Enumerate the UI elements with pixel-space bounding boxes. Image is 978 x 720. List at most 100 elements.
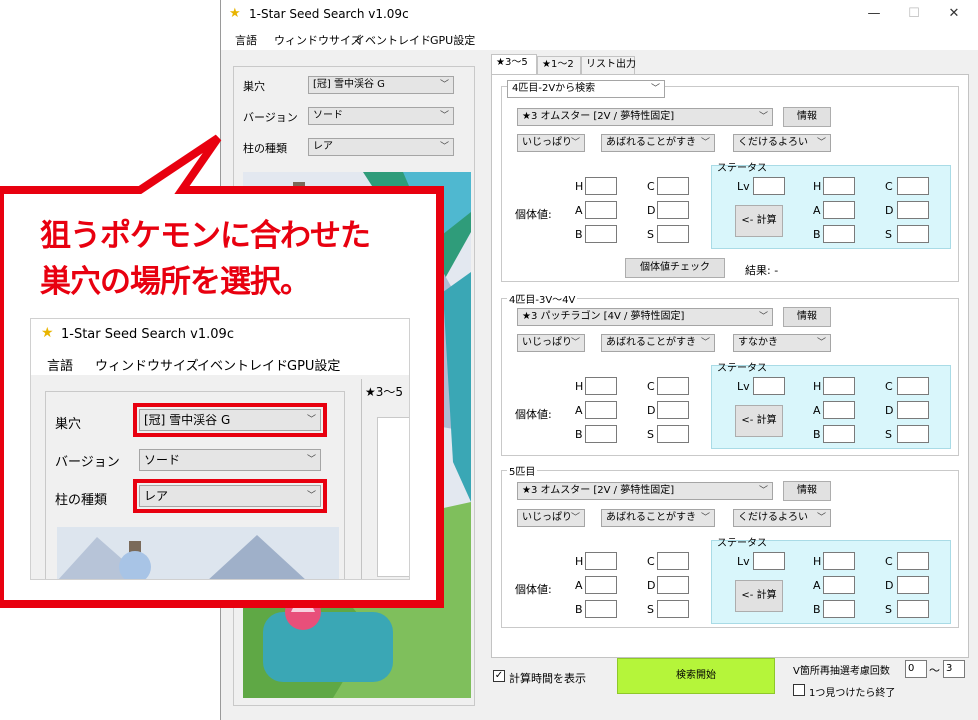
calc-button-2[interactable]: <- 計算 xyxy=(735,405,783,437)
stat-d-input-1[interactable] xyxy=(897,201,929,219)
stat-c-input-2[interactable] xyxy=(897,377,929,395)
tab-list-output[interactable]: リスト出力 xyxy=(581,56,636,74)
info-button-1[interactable]: 情報 xyxy=(783,107,831,127)
stat-h-input-1[interactable] xyxy=(823,177,855,195)
iv-a-input-3[interactable] xyxy=(585,576,617,594)
inset-den-select[interactable]: [冠] 雪中渓谷 G ﹀ xyxy=(139,409,321,431)
stat-b-input-3[interactable] xyxy=(823,600,855,618)
iv-s-input-3[interactable] xyxy=(657,600,689,618)
pokemon-select-3-value: ★3 オムスター [2V / 夢特性固定] xyxy=(522,485,675,496)
ability-select-2[interactable]: すなかき ﹀ xyxy=(733,334,831,352)
section-4th-3v4v-title: 4匹目-3V～4V xyxy=(507,291,578,306)
iv-d-input-2[interactable] xyxy=(657,401,689,419)
info-button-2[interactable]: 情報 xyxy=(783,307,831,327)
inset-version-label: バージョン xyxy=(55,455,120,470)
inset-menu-gpu-settings[interactable]: GPU設定 xyxy=(287,355,340,374)
pokemon-select-2-value: ★3 パッチラゴン [4V / 夢特性固定] xyxy=(522,311,685,322)
stat-s-input-3[interactable] xyxy=(897,600,929,618)
tab-star1-2[interactable]: ★1～2 xyxy=(537,56,581,74)
iv-check-result: 結果: - xyxy=(745,264,779,277)
stat-d-input-2[interactable] xyxy=(897,401,929,419)
iv-check-button[interactable]: 個体値チェック xyxy=(625,258,725,278)
minimize-button[interactable]: — xyxy=(859,4,889,24)
iv-h-input-2[interactable] xyxy=(585,377,617,395)
stat-b-input-2[interactable] xyxy=(823,425,855,443)
iv-h-input-1[interactable] xyxy=(585,177,617,195)
iv-b-input-2[interactable] xyxy=(585,425,617,443)
inset-tab-star3-5[interactable]: ★3～5 xyxy=(365,383,403,400)
characteristic-select-3[interactable]: あばれることがすき ﹀ xyxy=(601,509,715,527)
reroll-to-input[interactable]: 3 xyxy=(943,660,965,678)
iv-a-label-2: A xyxy=(575,404,583,417)
stat-a-input-3[interactable] xyxy=(823,576,855,594)
start-search-button[interactable]: 検索開始 xyxy=(617,658,775,694)
iv-c-label-1: C xyxy=(647,180,655,193)
nature-value-3: いじっぱり xyxy=(522,512,572,523)
reroll-from-input[interactable]: 0 xyxy=(905,660,927,678)
ability-value-2: すなかき xyxy=(738,337,778,348)
stat-a-input-1[interactable] xyxy=(823,201,855,219)
pokemon-select-1-value: ★3 オムスター [2V / 夢特性固定] xyxy=(522,111,675,122)
iv-d-input-3[interactable] xyxy=(657,576,689,594)
stat-s-label-2: S xyxy=(885,428,892,441)
show-time-label: 計算時間を表示 xyxy=(509,672,586,685)
pokemon-select-1[interactable]: ★3 オムスター [2V / 夢特性固定] ﹀ xyxy=(517,108,773,126)
ability-select-1[interactable]: くだけるよろい ﹀ xyxy=(733,134,831,152)
stat-d-input-3[interactable] xyxy=(897,576,929,594)
inset-den-value: [冠] 雪中渓谷 G xyxy=(144,413,231,427)
inset-menu-language[interactable]: 言語 xyxy=(47,355,73,374)
characteristic-select-2[interactable]: あばれることがすき ﹀ xyxy=(601,334,715,352)
calc-button-3[interactable]: <- 計算 xyxy=(735,580,783,612)
stat-b-input-1[interactable] xyxy=(823,225,855,243)
inset-pillar-select[interactable]: レア ﹀ xyxy=(139,485,321,507)
characteristic-select-1[interactable]: あばれることがすき ﹀ xyxy=(601,134,715,152)
inset-map-image xyxy=(57,527,339,579)
nature-select-3[interactable]: いじっぱり ﹀ xyxy=(517,509,585,527)
iv-b-label-1: B xyxy=(575,228,583,241)
lv-input-1[interactable] xyxy=(753,177,785,195)
ability-select-3[interactable]: くだけるよろい ﹀ xyxy=(733,509,831,527)
stat-s-input-2[interactable] xyxy=(897,425,929,443)
iv-h-input-3[interactable] xyxy=(585,552,617,570)
inset-version-select[interactable]: ソード ﹀ xyxy=(139,449,321,471)
search-mode-select[interactable]: 4匹目-2Vから検索 ﹀ xyxy=(507,80,665,98)
iv-b-input-3[interactable] xyxy=(585,600,617,618)
stop-on-found-checkbox[interactable] xyxy=(793,684,805,696)
iv-a-input-1[interactable] xyxy=(585,201,617,219)
stat-c-input-3[interactable] xyxy=(897,552,929,570)
inset-menu-event-raid[interactable]: イベントレイド xyxy=(197,355,288,374)
tab-star3-5[interactable]: ★3～5 xyxy=(491,54,537,74)
iv-a-label-3: A xyxy=(575,579,583,592)
info-button-3[interactable]: 情報 xyxy=(783,481,831,501)
iv-a-input-2[interactable] xyxy=(585,401,617,419)
stat-a-input-2[interactable] xyxy=(823,401,855,419)
nature-select-2[interactable]: いじっぱり ﹀ xyxy=(517,334,585,352)
iv-h-label-2: H xyxy=(575,380,584,393)
stat-b-label-3: B xyxy=(813,603,821,616)
iv-s-input-1[interactable] xyxy=(657,225,689,243)
show-time-checkbox[interactable]: ✓ xyxy=(493,670,505,682)
reroll-tilde: ～ xyxy=(929,664,940,677)
zoomed-inset: ★ 1-Star Seed Search v1.09c 言語 ウィンドウサイズ … xyxy=(30,318,410,580)
iv-d-input-1[interactable] xyxy=(657,201,689,219)
stat-h-input-2[interactable] xyxy=(823,377,855,395)
maximize-button[interactable]: ☐ xyxy=(899,4,929,24)
stat-h-input-3[interactable] xyxy=(823,552,855,570)
iv-c-input-2[interactable] xyxy=(657,377,689,395)
stat-c-label-2: C xyxy=(885,380,893,393)
nature-select-1[interactable]: いじっぱり ﹀ xyxy=(517,134,585,152)
stat-s-input-1[interactable] xyxy=(897,225,929,243)
iv-c-input-3[interactable] xyxy=(657,552,689,570)
pokemon-select-3[interactable]: ★3 オムスター [2V / 夢特性固定] ﹀ xyxy=(517,482,773,500)
lv-input-3[interactable] xyxy=(753,552,785,570)
pokemon-select-2[interactable]: ★3 パッチラゴン [4V / 夢特性固定] ﹀ xyxy=(517,308,773,326)
stat-c-input-1[interactable] xyxy=(897,177,929,195)
lv-input-2[interactable] xyxy=(753,377,785,395)
iv-c-input-1[interactable] xyxy=(657,177,689,195)
inset-menu-window-size[interactable]: ウィンドウサイズ xyxy=(95,355,199,374)
iv-s-input-2[interactable] xyxy=(657,425,689,443)
close-button[interactable]: ✕ xyxy=(939,4,969,24)
iv-b-input-1[interactable] xyxy=(585,225,617,243)
stat-d-label-2: D xyxy=(885,404,894,417)
calc-button-1[interactable]: <- 計算 xyxy=(735,205,783,237)
